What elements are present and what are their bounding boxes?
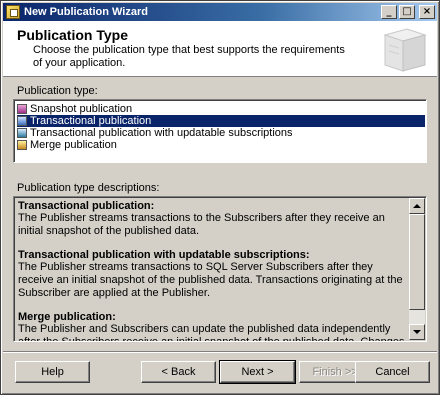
scroll-up-button[interactable]	[409, 198, 425, 214]
merge-publication-icon	[17, 140, 27, 150]
description-heading: Transactional publication:	[18, 200, 155, 212]
description-text: The Publisher streams transactions to SQ…	[18, 261, 403, 299]
window-title: New Publication Wizard	[24, 6, 148, 18]
description-text: The Publisher streams transactions to th…	[18, 212, 385, 237]
list-item-label: Merge publication	[30, 139, 117, 151]
maximize-button[interactable]: □	[399, 5, 415, 19]
descriptions-scrollbar[interactable]	[409, 198, 425, 340]
publication-type-label: Publication type:	[17, 85, 98, 97]
footer-divider	[3, 351, 437, 353]
list-item-snapshot-publication[interactable]: Snapshot publication	[17, 103, 136, 115]
snapshot-publication-icon	[17, 104, 27, 114]
help-button[interactable]: Help	[15, 361, 90, 383]
transactional-updatable-publication-icon	[17, 128, 27, 138]
list-item-label: Transactional publication with updatable…	[30, 127, 293, 139]
list-item-label: Snapshot publication	[30, 103, 133, 115]
description-text: The Publisher and Subscribers can update…	[18, 323, 405, 342]
scroll-down-button[interactable]	[409, 324, 425, 340]
cancel-button[interactable]: Cancel	[355, 361, 430, 383]
wizard-header: Publication Type Choose the publication …	[3, 21, 437, 77]
list-item-merge-publication[interactable]: Merge publication	[17, 139, 121, 151]
transactional-publication-icon	[17, 116, 27, 126]
wizard-window: New Publication Wizard _ □ × Publication…	[0, 0, 440, 395]
publication-descriptions-box[interactable]: Transactional publication: The Publisher…	[13, 196, 427, 342]
list-item-label: Transactional publication	[30, 115, 152, 127]
next-button[interactable]: Next >	[219, 360, 296, 384]
arrow-down-icon	[413, 330, 421, 334]
list-item-transactional-updatable-publication[interactable]: Transactional publication with updatable…	[17, 127, 297, 139]
publication-type-list[interactable]: Snapshot publication Transactional publi…	[13, 99, 427, 163]
scroll-thumb[interactable]	[409, 214, 425, 310]
descriptions-label: Publication type descriptions:	[17, 182, 160, 194]
page-subtitle: Choose the publication type that best su…	[33, 44, 345, 69]
arrow-up-icon	[413, 204, 421, 208]
close-button[interactable]: ×	[419, 5, 435, 19]
page-title: Publication Type	[17, 27, 128, 43]
wizard-app-icon	[6, 5, 20, 19]
description-heading: Transactional publication with updatable…	[18, 249, 310, 261]
minimize-button[interactable]: _	[381, 5, 397, 19]
title-bar[interactable]: New Publication Wizard _ □ ×	[3, 3, 437, 21]
back-button[interactable]: < Back	[141, 361, 216, 383]
description-heading: Merge publication:	[18, 311, 116, 323]
publication-header-graphic-icon	[383, 28, 427, 72]
list-item-transactional-publication[interactable]: Transactional publication	[17, 115, 425, 127]
